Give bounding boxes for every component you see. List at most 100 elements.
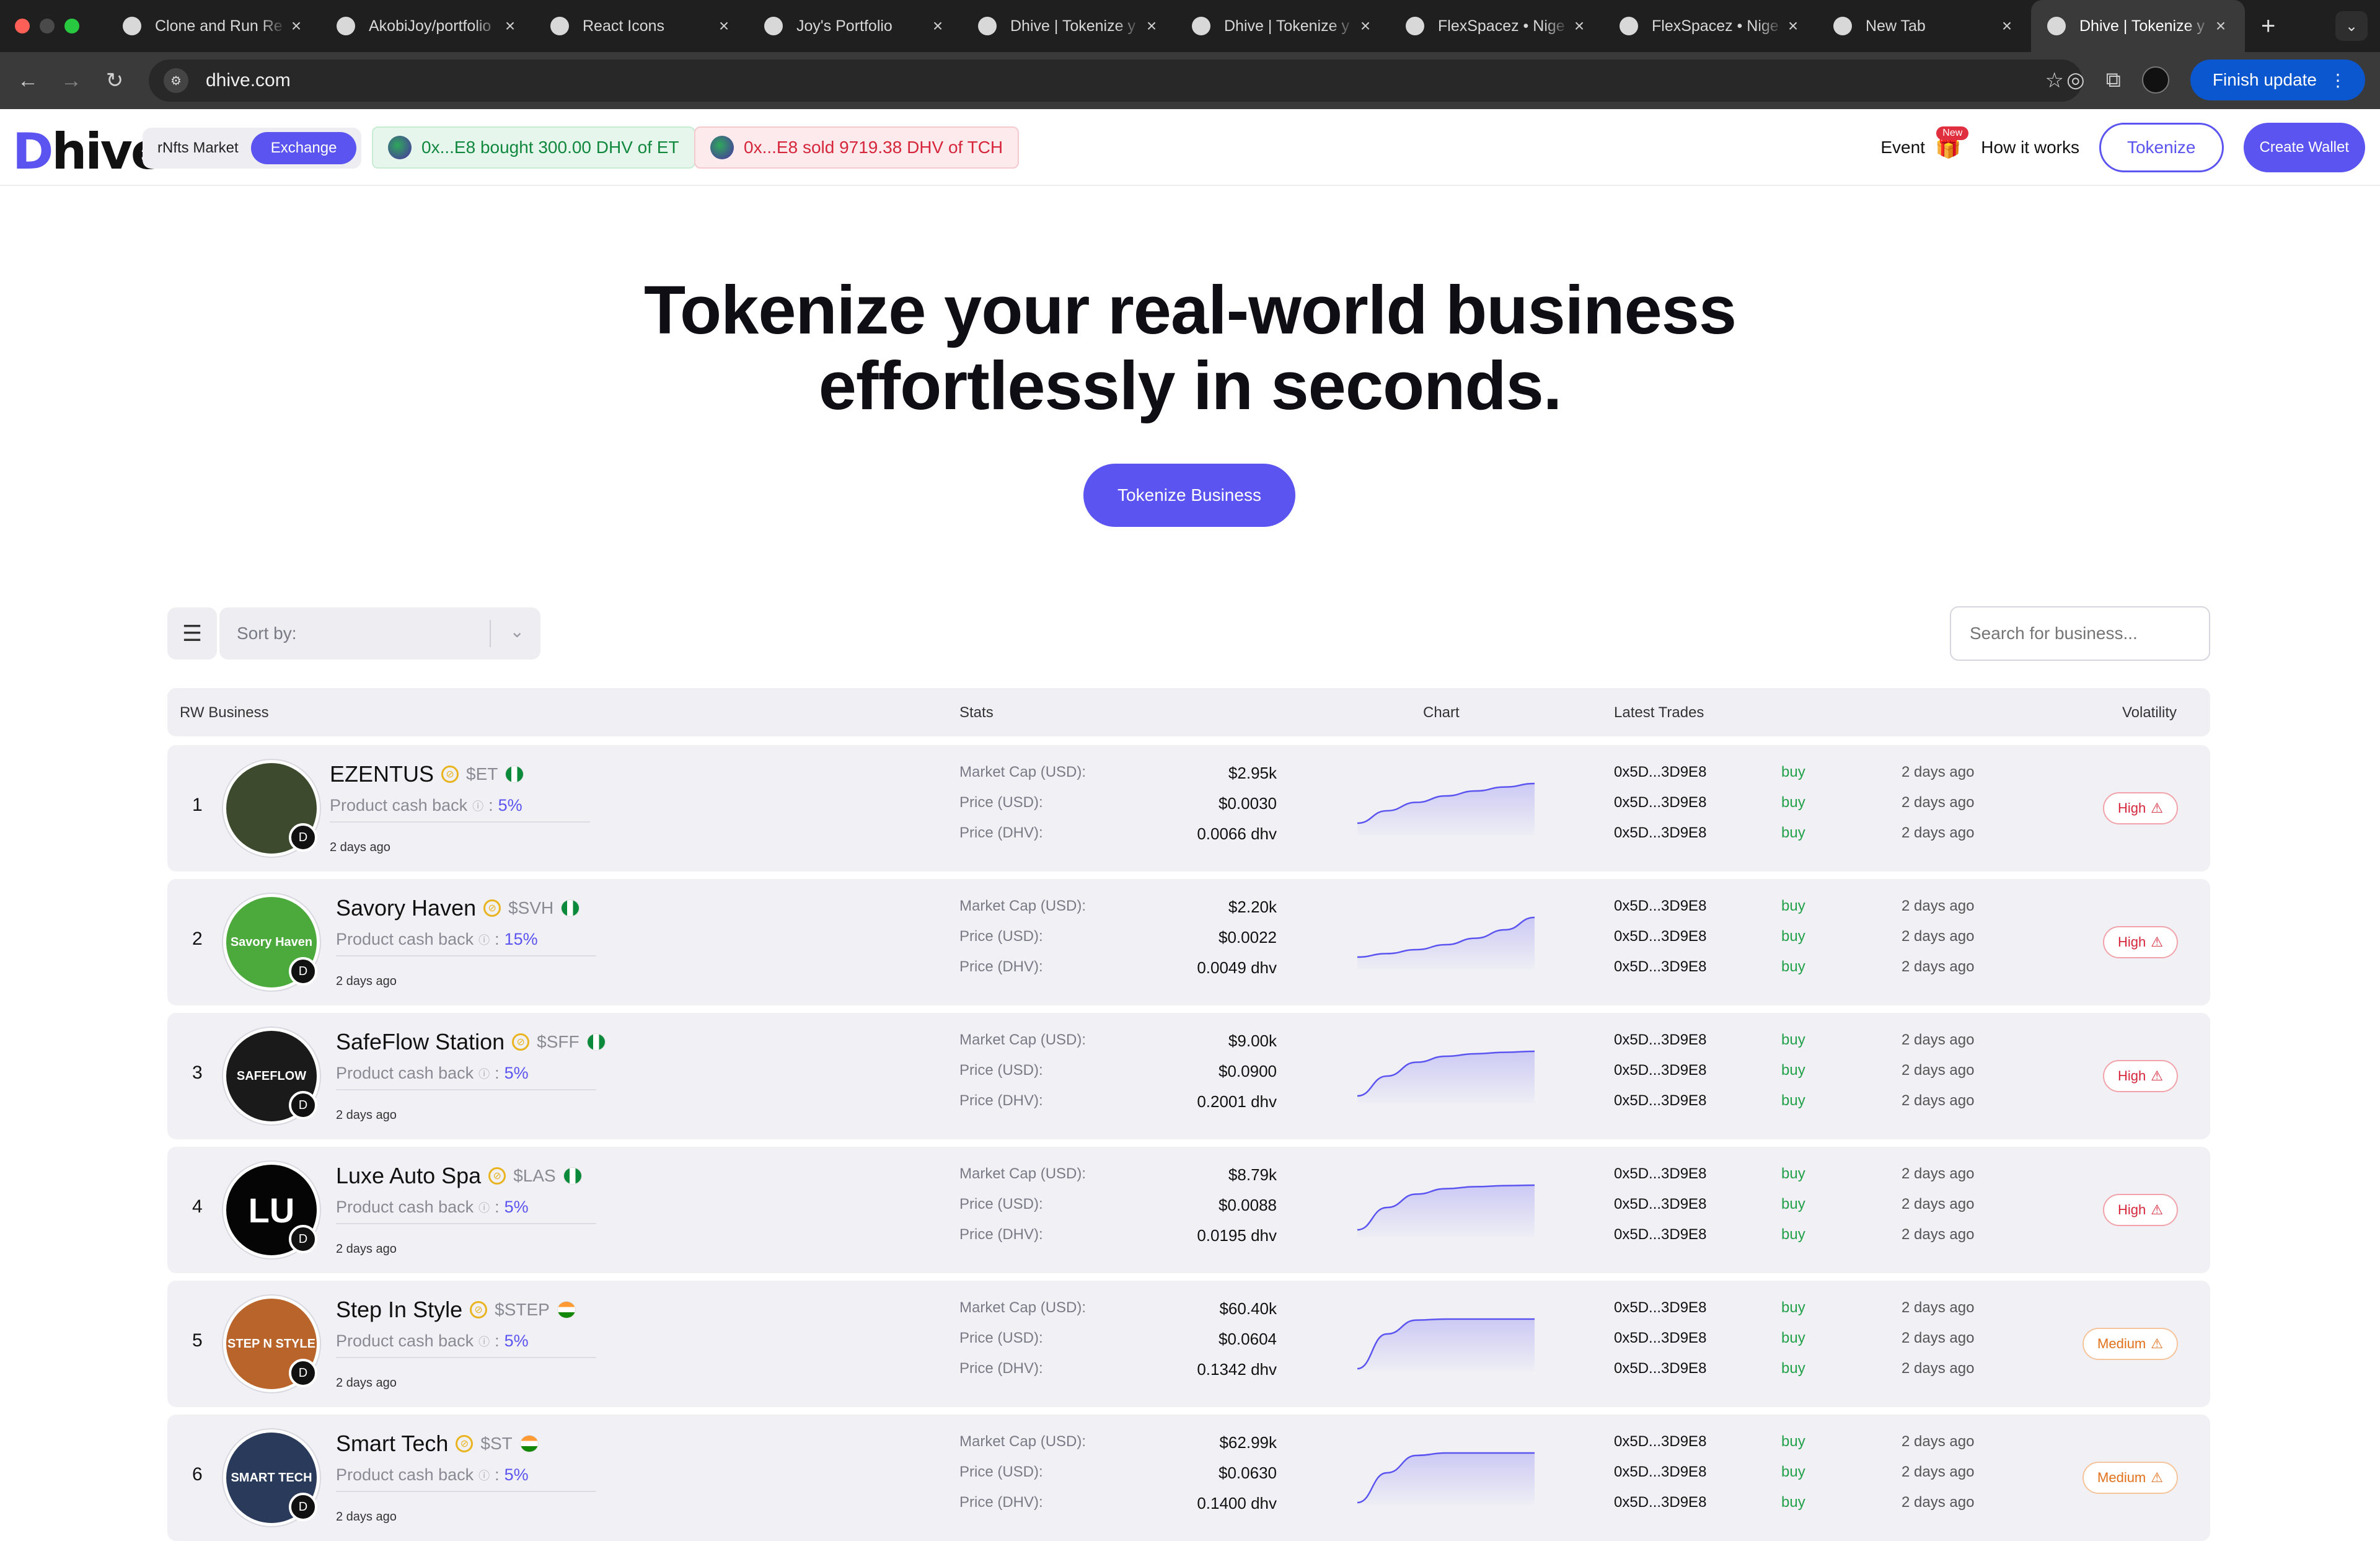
event-link[interactable]: Event 🎁 New (1880, 126, 1969, 160)
close-tab-icon[interactable]: × (501, 16, 519, 36)
dhive-logo[interactable]: Dhive (12, 123, 164, 180)
exchange-tab[interactable]: Exchange (250, 132, 357, 164)
close-tab-icon[interactable]: × (1142, 16, 1161, 36)
address-bar[interactable]: ⚙ dhive.com ☆ (149, 60, 2082, 102)
reload-icon[interactable]: ↻ (93, 68, 136, 93)
trade-time: 2 days ago (1902, 764, 1975, 780)
close-tab-icon[interactable]: × (715, 16, 733, 36)
tab-search-button[interactable]: ⌄ (2335, 11, 2368, 41)
close-tab-icon[interactable]: × (1356, 16, 1375, 36)
business-name[interactable]: Luxe Auto Spa ⊘ $LAS (336, 1163, 582, 1189)
create-wallet-button[interactable]: Create Wallet (2243, 123, 2365, 172)
table-row[interactable]: 2 Savory Haven D Savory Haven ⊘ $SVH Product c… (167, 879, 2210, 1005)
price-usd-value: $0.0088 (1219, 1196, 1277, 1214)
tokenize-button[interactable]: Tokenize (2099, 123, 2224, 172)
browser-tab[interactable]: Dhive | Tokenize y × (962, 0, 1176, 52)
filter-sliders-icon[interactable]: ☰ (167, 607, 217, 660)
browser-tab[interactable]: FlexSpacez • Nige × (1390, 0, 1603, 52)
browser-tab[interactable]: AkobiJoy/portfolio × (320, 0, 534, 52)
table-row[interactable]: 3 SAFEFLOW D SafeFlow Station ⊘ $SFF Product c… (167, 1013, 2210, 1139)
trade-address[interactable]: 0x5D...3D9E8 (1614, 824, 1706, 842)
trade-address[interactable]: 0x5D...3D9E8 (1614, 958, 1706, 976)
extensions-puzzle-icon[interactable]: ⧉ (2106, 68, 2121, 92)
info-icon[interactable]: ⓘ (478, 932, 490, 948)
trade-address[interactable]: 0x5D...3D9E8 (1614, 1299, 1706, 1317)
new-tab-button[interactable]: + (2261, 12, 2275, 40)
market-cap-value: $9.00k (1228, 1031, 1277, 1050)
browser-tab[interactable]: React Icons × (534, 0, 748, 52)
browser-tab[interactable]: Dhive | Tokenize y × (2031, 0, 2245, 52)
site-info-icon[interactable]: ⚙ (164, 68, 188, 93)
market-cap-value: $2.20k (1228, 898, 1277, 916)
browser-tab[interactable]: Clone and Run Re × (107, 0, 320, 52)
browser-tab[interactable]: FlexSpacez • Nige × (1603, 0, 1817, 52)
table-row[interactable]: 6 SMART TECH D Smart Tech ⊘ $ST Product cash b… (167, 1415, 2210, 1541)
trade-address[interactable]: 0x5D...3D9E8 (1614, 794, 1706, 811)
business-name[interactable]: Savory Haven ⊘ $SVH (336, 895, 580, 921)
trade-address[interactable]: 0x5D...3D9E8 (1614, 1062, 1706, 1079)
sort-by-select[interactable]: Sort by: ⌄ (219, 607, 540, 660)
table-row[interactable]: 5 STEP N STYLE D Step In Style ⊘ $STEP Product… (167, 1281, 2210, 1407)
business-name[interactable]: Smart Tech ⊘ $ST (336, 1431, 539, 1457)
forward-icon[interactable]: → (50, 69, 93, 93)
trade-address[interactable]: 0x5D...3D9E8 (1614, 898, 1706, 915)
minimize-window-button[interactable] (40, 19, 55, 33)
business-name-text: Luxe Auto Spa (336, 1163, 482, 1188)
business-name[interactable]: EZENTUS ⊘ $ET (330, 761, 524, 787)
close-tab-icon[interactable]: × (1570, 16, 1589, 36)
volatility-text: High (2118, 800, 2146, 816)
maximize-window-button[interactable] (64, 19, 79, 33)
info-icon[interactable]: ⓘ (478, 1199, 490, 1216)
info-icon[interactable]: ⓘ (478, 1467, 490, 1483)
trade-address[interactable]: 0x5D...3D9E8 (1614, 928, 1706, 945)
trade-address[interactable]: 0x5D...3D9E8 (1614, 1165, 1706, 1183)
how-it-works-link[interactable]: How it works (1981, 138, 2079, 157)
trade-address[interactable]: 0x5D...3D9E8 (1614, 1092, 1706, 1110)
volatility-badge: Medium ⚠ (2082, 1328, 2178, 1360)
trade-address[interactable]: 0x5D...3D9E8 (1614, 1360, 1706, 1377)
browser-tab[interactable]: New Tab × (1817, 0, 2031, 52)
trade-address[interactable]: 0x5D...3D9E8 (1614, 1433, 1706, 1450)
trade-address[interactable]: 0x5D...3D9E8 (1614, 1464, 1706, 1481)
trade-address[interactable]: 0x5D...3D9E8 (1614, 1031, 1706, 1049)
trade-type: buy (1781, 1464, 1805, 1480)
info-icon[interactable]: ⓘ (478, 1066, 490, 1082)
trade-address[interactable]: 0x5D...3D9E8 (1614, 1330, 1706, 1347)
business-search[interactable] (1950, 606, 2210, 661)
price-usd-value: $0.0022 (1219, 928, 1277, 947)
profile-avatar[interactable] (2141, 66, 2169, 94)
extension-icon[interactable]: ◎ (2066, 68, 2085, 92)
rnfts-market-tab[interactable]: rNfts Market (157, 139, 239, 157)
col-latest-trades: Latest Trades (1614, 704, 1704, 721)
finish-update-button[interactable]: Finish update ⋮ (2190, 60, 2365, 100)
info-icon[interactable]: ⓘ (472, 798, 483, 814)
business-name-text: Step In Style (336, 1297, 463, 1322)
trade-type: buy (1781, 1092, 1805, 1109)
browser-tab[interactable]: Dhive | Tokenize y × (1176, 0, 1390, 52)
ticker-symbol: $ET (466, 764, 498, 784)
finish-update-label: Finish update (2212, 70, 2317, 89)
trade-address[interactable]: 0x5D...3D9E8 (1614, 1196, 1706, 1213)
close-tab-icon[interactable]: × (1784, 16, 1802, 36)
browser-tab[interactable]: Joy's Portfolio × (748, 0, 962, 52)
back-icon[interactable]: ← (6, 69, 50, 93)
volatility-badge: High ⚠ (2103, 926, 2178, 958)
info-icon[interactable]: ⓘ (478, 1333, 490, 1349)
table-row[interactable]: 4 LU D Luxe Auto Spa ⊘ $LAS Product cash back ⓘ… (167, 1147, 2210, 1273)
business-name[interactable]: Step In Style ⊘ $STEP (336, 1297, 576, 1323)
trade-address[interactable]: 0x5D...3D9E8 (1614, 764, 1706, 781)
bookmark-star-icon[interactable]: ☆ (2045, 68, 2064, 93)
search-input[interactable] (1970, 624, 2209, 643)
close-tab-icon[interactable]: × (2211, 16, 2230, 36)
close-tab-icon[interactable]: × (1998, 16, 2016, 36)
close-tab-icon[interactable]: × (287, 16, 306, 36)
trade-address[interactable]: 0x5D...3D9E8 (1614, 1494, 1706, 1511)
trade-address[interactable]: 0x5D...3D9E8 (1614, 1226, 1706, 1243)
close-tab-icon[interactable]: × (928, 16, 947, 36)
warning-icon: ⚠ (2151, 1202, 2163, 1217)
tokenize-business-button[interactable]: Tokenize Business (1083, 464, 1295, 527)
cashback-info: Product cash back ⓘ:5% (330, 796, 590, 823)
close-window-button[interactable] (15, 19, 30, 33)
table-row[interactable]: 1 D EZENTUS ⊘ $ET Product cash back ⓘ:5% 2 days… (167, 745, 2210, 872)
business-name[interactable]: SafeFlow Station ⊘ $SFF (336, 1029, 606, 1055)
